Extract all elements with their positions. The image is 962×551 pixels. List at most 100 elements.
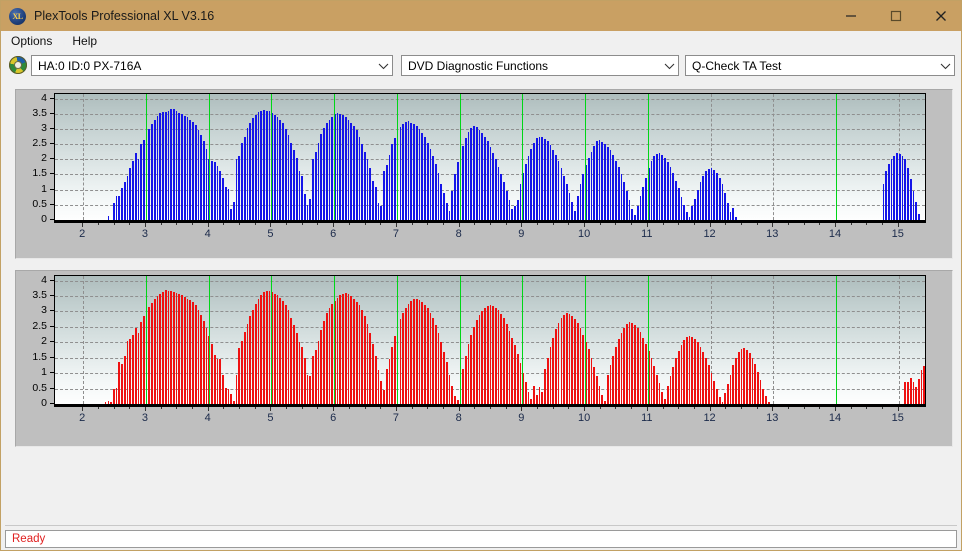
x-axis-tick [646, 223, 648, 227]
chart-bar [587, 157, 590, 220]
chart-bar [533, 142, 535, 220]
x-axis-minor-tick [756, 223, 758, 225]
chart-bar [183, 116, 186, 220]
chart-bar [241, 340, 243, 404]
x-axis-minor-tick [803, 407, 805, 409]
x-axis-label: 3 [141, 412, 149, 424]
marker-line [396, 94, 398, 220]
chart-bar [186, 117, 189, 220]
y-axis-tick [50, 143, 54, 145]
x-axis-tick [709, 407, 711, 411]
minimize-button[interactable] [828, 1, 873, 31]
close-button[interactable] [918, 1, 961, 31]
y-axis-tick [50, 173, 54, 175]
x-axis-minor-tick [380, 223, 382, 225]
gridline-vertical [83, 276, 85, 404]
chart-bar [680, 197, 683, 220]
function-select[interactable]: DVD Diagnostic Functions [401, 55, 679, 76]
chart-bar [211, 343, 213, 404]
chart-bar [227, 389, 230, 404]
chart-bar [301, 346, 303, 404]
chart-bar [598, 140, 601, 220]
gridline-horizontal [55, 113, 925, 115]
x-axis-minor-tick [678, 223, 680, 225]
x-axis-tick [144, 223, 146, 227]
marker-line [334, 94, 336, 220]
chart-bar [181, 295, 183, 404]
chart-bar [612, 356, 615, 404]
chart-bar [904, 382, 907, 404]
chart-bar [743, 348, 746, 404]
chart-bar [443, 351, 445, 404]
test-select[interactable]: Q-Check TA Test [685, 55, 955, 76]
chart-bar [696, 189, 699, 220]
x-axis-minor-tick [301, 407, 303, 409]
y-axis-label: 1.5 [32, 167, 47, 180]
chart-bar [631, 209, 634, 220]
chart-bar [907, 168, 909, 220]
x-axis-tick [395, 407, 397, 411]
chart-bar [164, 112, 167, 220]
gridline-vertical [773, 94, 775, 220]
chart-bar [623, 182, 625, 220]
chart-bar [582, 174, 585, 220]
chart-bar [623, 327, 625, 404]
chart-bar [710, 373, 713, 404]
x-axis-minor-tick [693, 407, 695, 409]
x-axis-minor-tick [97, 407, 99, 409]
chart-bar [320, 329, 323, 404]
chart-bar [615, 346, 617, 404]
chart-bar [484, 136, 486, 220]
chart-bar [186, 298, 189, 404]
chart-bar [481, 132, 484, 220]
x-axis-minor-tick [568, 407, 570, 409]
drive-select[interactable]: HA:0 ID:0 PX-716A [31, 55, 393, 76]
x-axis-minor-tick [223, 223, 225, 225]
divider [5, 525, 957, 526]
chart-bar [726, 203, 729, 220]
chart-bar [699, 346, 702, 404]
x-axis-label: 10 [577, 412, 591, 424]
y-axis-tick [50, 112, 54, 114]
chart-bar [500, 174, 503, 220]
menu-item-options[interactable]: Options [9, 32, 60, 50]
x-axis-minor-tick [490, 407, 491, 409]
x-axis-minor-tick [364, 223, 366, 225]
chart-bar [737, 352, 740, 404]
y-axis-tick [50, 279, 54, 281]
marker-line [271, 276, 273, 404]
y-axis-tick [50, 219, 54, 220]
x-axis-minor-tick [819, 223, 821, 225]
y-axis-label: 4 [41, 91, 47, 104]
peak-shift-chart-panel: 4 3.5 3 2.5 2 1.5 1 0.5 0 2 3 4 5 6 7 8 9 10 11 12 13 14 15 [15, 270, 953, 447]
chart-bar [519, 183, 522, 220]
plextools-window: XL PlexTools Professional XL V3.16 Optio… [0, 0, 962, 551]
chart-bar [751, 357, 754, 404]
chart-bar [448, 374, 451, 404]
chart-bar [658, 383, 661, 404]
chart-bar [429, 148, 432, 220]
chart-bar [407, 121, 410, 220]
chart-bar [238, 348, 241, 404]
chart-bar [475, 127, 478, 220]
x-axis-tick [897, 407, 899, 411]
maximize-button[interactable] [873, 1, 918, 31]
chart-bar [650, 160, 653, 220]
chart-bar [140, 144, 142, 220]
chart-bar [219, 359, 222, 404]
chart-bar [516, 354, 519, 404]
chart-bar [686, 212, 688, 220]
x-axis-tick [333, 407, 335, 411]
x-axis-minor-tick [787, 407, 789, 409]
x-axis-label: 12 [703, 228, 716, 240]
chart-bar [284, 305, 287, 404]
chart-bar [167, 110, 170, 220]
menu-item-help[interactable]: Help [70, 32, 105, 50]
chart-bar [249, 316, 252, 404]
x-axis-label: 14 [828, 412, 842, 424]
chart-bar [252, 309, 254, 404]
marker-line [459, 276, 461, 404]
chart-bar [132, 160, 134, 220]
chart-bar [265, 290, 268, 404]
chart-bar [601, 394, 604, 404]
